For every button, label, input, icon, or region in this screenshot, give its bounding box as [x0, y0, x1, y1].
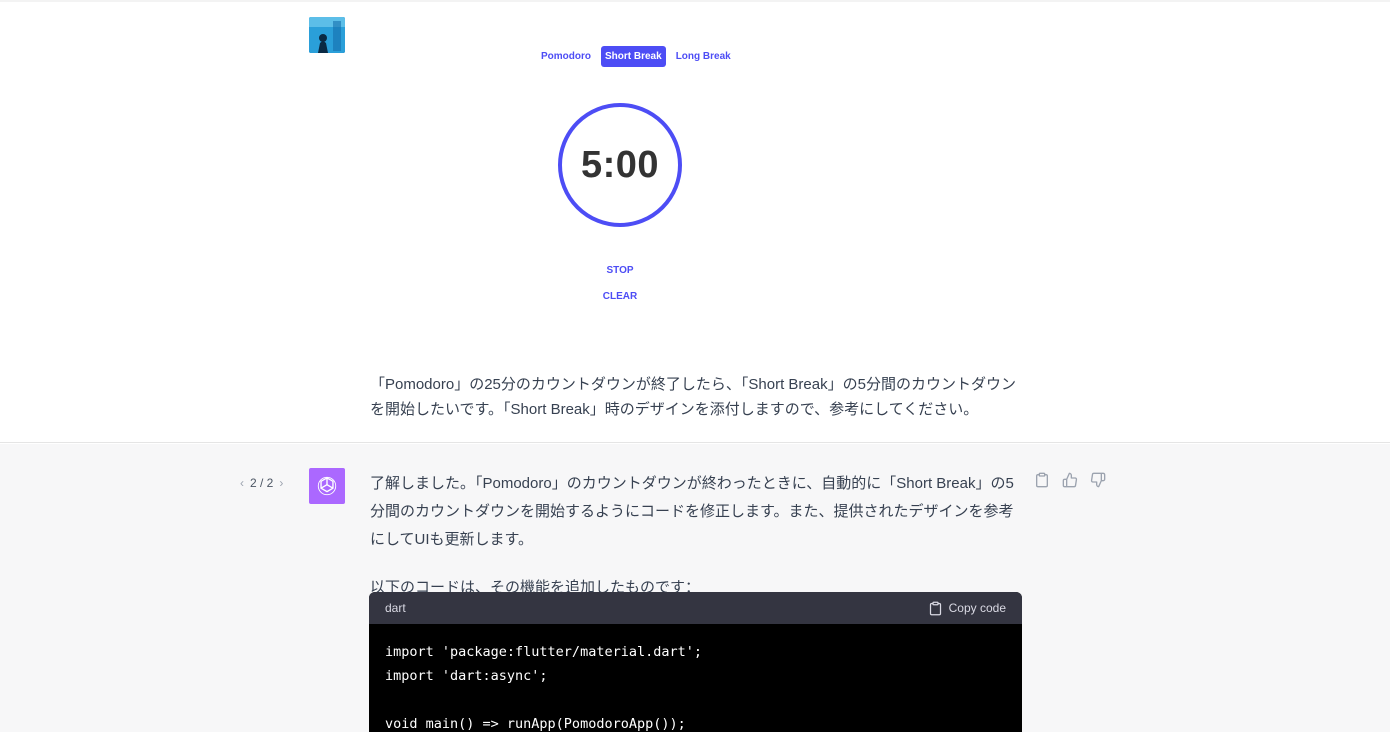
code-block: dart Copy code import 'package:flutter/m… — [369, 592, 1022, 732]
stop-button: STOP — [606, 265, 634, 276]
code-line: void main() => runApp(PomodoroApp()); — [385, 716, 686, 732]
tab-long-break: Long Break — [675, 51, 731, 62]
tab-pomodoro: Pomodoro — [541, 51, 591, 62]
clipboard-icon — [929, 601, 941, 615]
openai-logo-icon — [317, 476, 337, 496]
pager-count: 2 / 2 — [250, 476, 274, 490]
copy-code-button[interactable]: Copy code — [928, 601, 1006, 616]
code-line: import 'package:flutter/material.dart'; — [385, 644, 702, 660]
assistant-message-text: 了解しました。「Pomodoro」のカウントダウンが終わったときに、自動的に「S… — [370, 470, 1025, 602]
assistant-paragraph: 了解しました。「Pomodoro」のカウントダウンが終わったときに、自動的に「S… — [370, 475, 1014, 548]
timer-display: 5:00 — [580, 143, 660, 186]
message-actions — [1034, 472, 1106, 488]
assistant-message: ‹ 2 / 2 › 了解しました。「Pomodoro」のカウントダウンが終わった… — [0, 444, 1390, 732]
timer-circle: 5:00 — [558, 103, 682, 227]
code-language: dart — [385, 601, 406, 615]
attached-design-image: Pomodoro Short Break Long Break 5:00 STO… — [370, 36, 870, 336]
design-tabs: Pomodoro Short Break Long Break — [537, 46, 735, 67]
chevron-left-icon[interactable]: ‹ — [240, 476, 244, 490]
clipboard-icon[interactable] — [1034, 472, 1050, 488]
thumbs-down-icon[interactable] — [1090, 472, 1106, 488]
code-header: dart Copy code — [369, 592, 1022, 624]
divider — [0, 0, 1390, 2]
assistant-avatar — [309, 468, 345, 504]
thumbs-up-icon[interactable] — [1062, 472, 1078, 488]
code-line: import 'dart:async'; — [385, 668, 548, 684]
clear-button: CLEAR — [602, 291, 638, 302]
chevron-right-icon[interactable]: › — [279, 476, 283, 490]
copy-code-label: Copy code — [948, 601, 1006, 615]
tab-short-break: Short Break — [601, 46, 666, 67]
response-pager: ‹ 2 / 2 › — [240, 476, 283, 490]
code-body: import 'package:flutter/material.dart'; i… — [369, 624, 1022, 732]
user-avatar — [309, 17, 345, 53]
user-message: Pomodoro Short Break Long Break 5:00 STO… — [0, 0, 1390, 443]
user-message-text: 「Pomodoro」の25分のカウントダウンが終了したら、「Short Brea… — [370, 376, 1016, 418]
